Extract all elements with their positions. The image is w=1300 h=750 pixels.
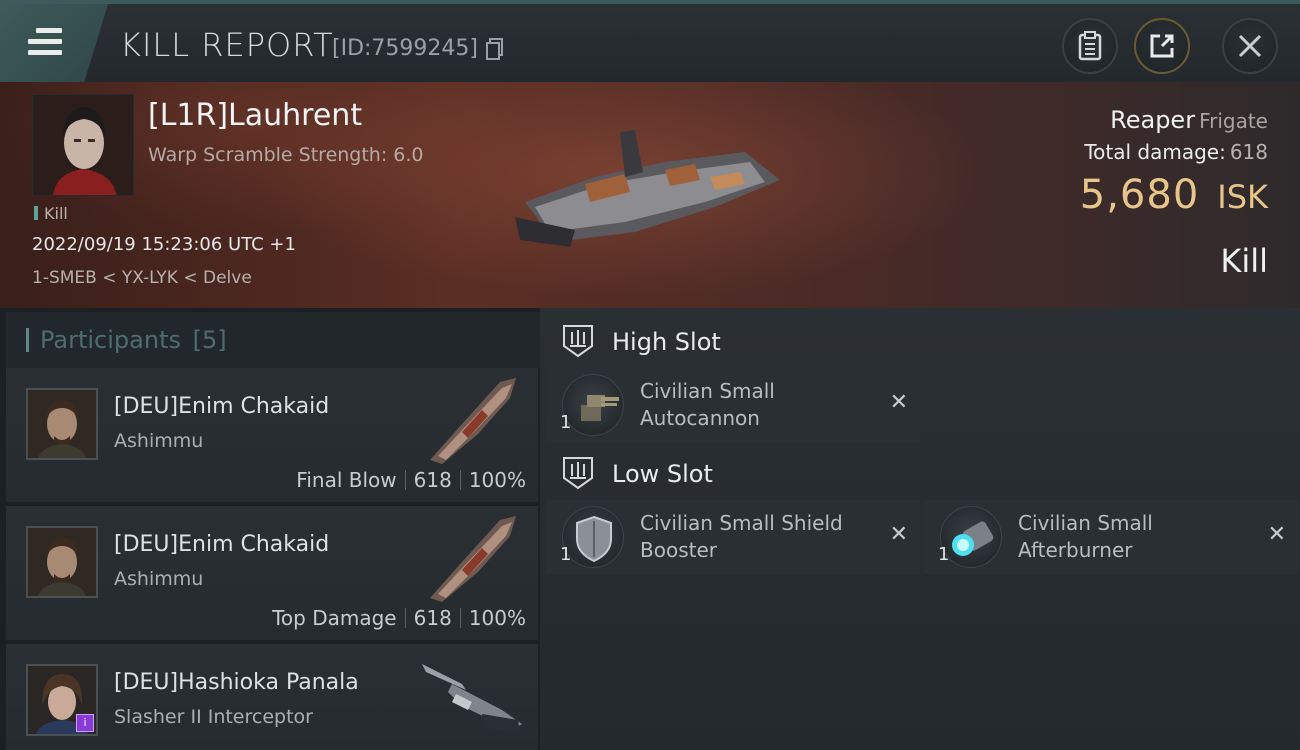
- participant-ship-image: [422, 664, 522, 734]
- module-name: Civilian Small Afterburner: [1018, 510, 1238, 564]
- victim-banner: [L1R]Lauhrent Warp Scramble Strength: 6.…: [0, 82, 1300, 308]
- high-slot-icon: [563, 325, 593, 358]
- participant-percent: 100%: [468, 606, 526, 630]
- participant-role: Top Damage: [272, 606, 397, 630]
- module-name-line1: Civilian Small: [640, 379, 775, 403]
- participant-ship-image: [430, 516, 516, 602]
- copy-icon[interactable]: [486, 38, 504, 60]
- participant-portrait[interactable]: i: [26, 664, 98, 736]
- participant-ship: Slasher II Interceptor: [114, 706, 313, 728]
- participant-ship: Ashimmu: [114, 430, 204, 452]
- total-damage-label: Total damage:: [1084, 140, 1226, 164]
- module-quantity: 1: [560, 544, 572, 565]
- ship-class-text: Frigate: [1199, 109, 1268, 133]
- victim-ship-name[interactable]: Reaper Frigate: [1110, 106, 1268, 134]
- high-slot-header: High Slot: [546, 314, 1298, 370]
- low-slot-header: Low Slot: [546, 446, 1298, 502]
- destroyed-x-icon: ✕: [889, 522, 908, 547]
- participant-name[interactable]: [DEU]Enim Chakaid: [114, 532, 329, 557]
- participant-role: Final Blow: [296, 468, 397, 492]
- clipboard-icon: [1078, 31, 1102, 61]
- module-name-line1: Civilian Small: [1018, 511, 1153, 535]
- title-bar: KILL REPORT [ID:7599245]: [0, 0, 1300, 82]
- result-label: Kill: [1220, 242, 1268, 280]
- close-icon: [1238, 34, 1262, 58]
- total-damage: Total damage: 618: [1084, 140, 1268, 164]
- victim-subtitle: Warp Scramble Strength: 6.0: [148, 144, 424, 166]
- participants-title: Participants [5]: [6, 312, 540, 368]
- victim-name[interactable]: [L1R]Lauhrent: [148, 98, 362, 133]
- module-name: Civilian Small Shield Booster: [640, 510, 860, 564]
- isk-amount: 5,680: [1079, 172, 1200, 218]
- module-name-line2: Autocannon: [640, 406, 760, 430]
- report-id: [ID:7599245]: [332, 36, 478, 61]
- participant-ship-image: [430, 378, 516, 464]
- module-item[interactable]: 1 Civilian Small Afterburner ✕: [924, 500, 1298, 574]
- participant-card[interactable]: i [DEU]Hashioka Panala Slasher II Interc…: [6, 644, 538, 750]
- rank-badge-icon: i: [76, 714, 94, 732]
- participant-name[interactable]: [DEU]Enim Chakaid: [114, 394, 329, 419]
- module-name: Civilian Small Autocannon: [640, 378, 860, 432]
- kill-tag: Kill: [34, 204, 68, 223]
- module-name-line2: Afterburner: [1018, 538, 1133, 562]
- destroyed-x-icon: ✕: [889, 390, 908, 415]
- participant-card[interactable]: [DEU]Enim Chakaid Ashimmu Final Blow 618 1…: [6, 368, 538, 502]
- victim-ship-image: [515, 130, 780, 247]
- participant-ship: Ashimmu: [114, 568, 204, 590]
- menu-button[interactable]: [0, 4, 108, 82]
- page-title: KILL REPORT: [120, 26, 334, 64]
- ship-name-text: Reaper: [1110, 106, 1196, 134]
- participants-panel: Participants [5] [DEU]Enim Chakaid Ashim…: [6, 312, 540, 750]
- close-button[interactable]: [1222, 18, 1278, 74]
- module-name-line1: Civilian Small Shield: [640, 511, 843, 535]
- participant-stats: Top Damage 618 100%: [272, 606, 526, 630]
- share-icon: [1150, 34, 1174, 58]
- participant-stats: Final Blow 618 100%: [296, 468, 526, 492]
- module-name-line2: Booster: [640, 538, 717, 562]
- victim-portrait[interactable]: [32, 94, 134, 196]
- menu-icon: [28, 28, 62, 61]
- kill-timestamp: 2022/09/19 15:23:06 UTC +1: [32, 234, 296, 255]
- participant-portrait[interactable]: [26, 526, 98, 598]
- clipboard-button[interactable]: [1062, 18, 1118, 74]
- module-item[interactable]: 1 Civilian Small Autocannon ✕: [546, 368, 920, 442]
- low-slot-label: Low Slot: [612, 460, 713, 488]
- high-slot-label: High Slot: [612, 328, 721, 356]
- participant-card[interactable]: [DEU]Enim Chakaid Ashimmu Top Damage 618 1…: [6, 506, 538, 640]
- module-item[interactable]: 1 Civilian Small Shield Booster ✕: [546, 500, 920, 574]
- isk-value: 5,680 ISK: [1080, 172, 1268, 218]
- participant-damage: 618: [413, 468, 452, 492]
- destroyed-x-icon: ✕: [1267, 522, 1286, 547]
- share-button[interactable]: [1134, 18, 1190, 74]
- module-quantity: 1: [560, 412, 572, 433]
- participant-percent: 100%: [468, 468, 526, 492]
- kill-location[interactable]: 1-SMEB < YX-LYK < Delve: [32, 268, 252, 288]
- participants-title-text: Participants: [40, 326, 181, 354]
- total-damage-value: 618: [1229, 140, 1268, 164]
- isk-unit: ISK: [1217, 178, 1268, 216]
- participant-portrait[interactable]: [26, 388, 98, 460]
- participant-damage: 618: [413, 606, 452, 630]
- participant-name[interactable]: [DEU]Hashioka Panala: [114, 670, 359, 695]
- module-quantity: 1: [938, 544, 950, 565]
- low-slot-icon: [563, 457, 593, 490]
- participants-count: [5]: [192, 326, 227, 354]
